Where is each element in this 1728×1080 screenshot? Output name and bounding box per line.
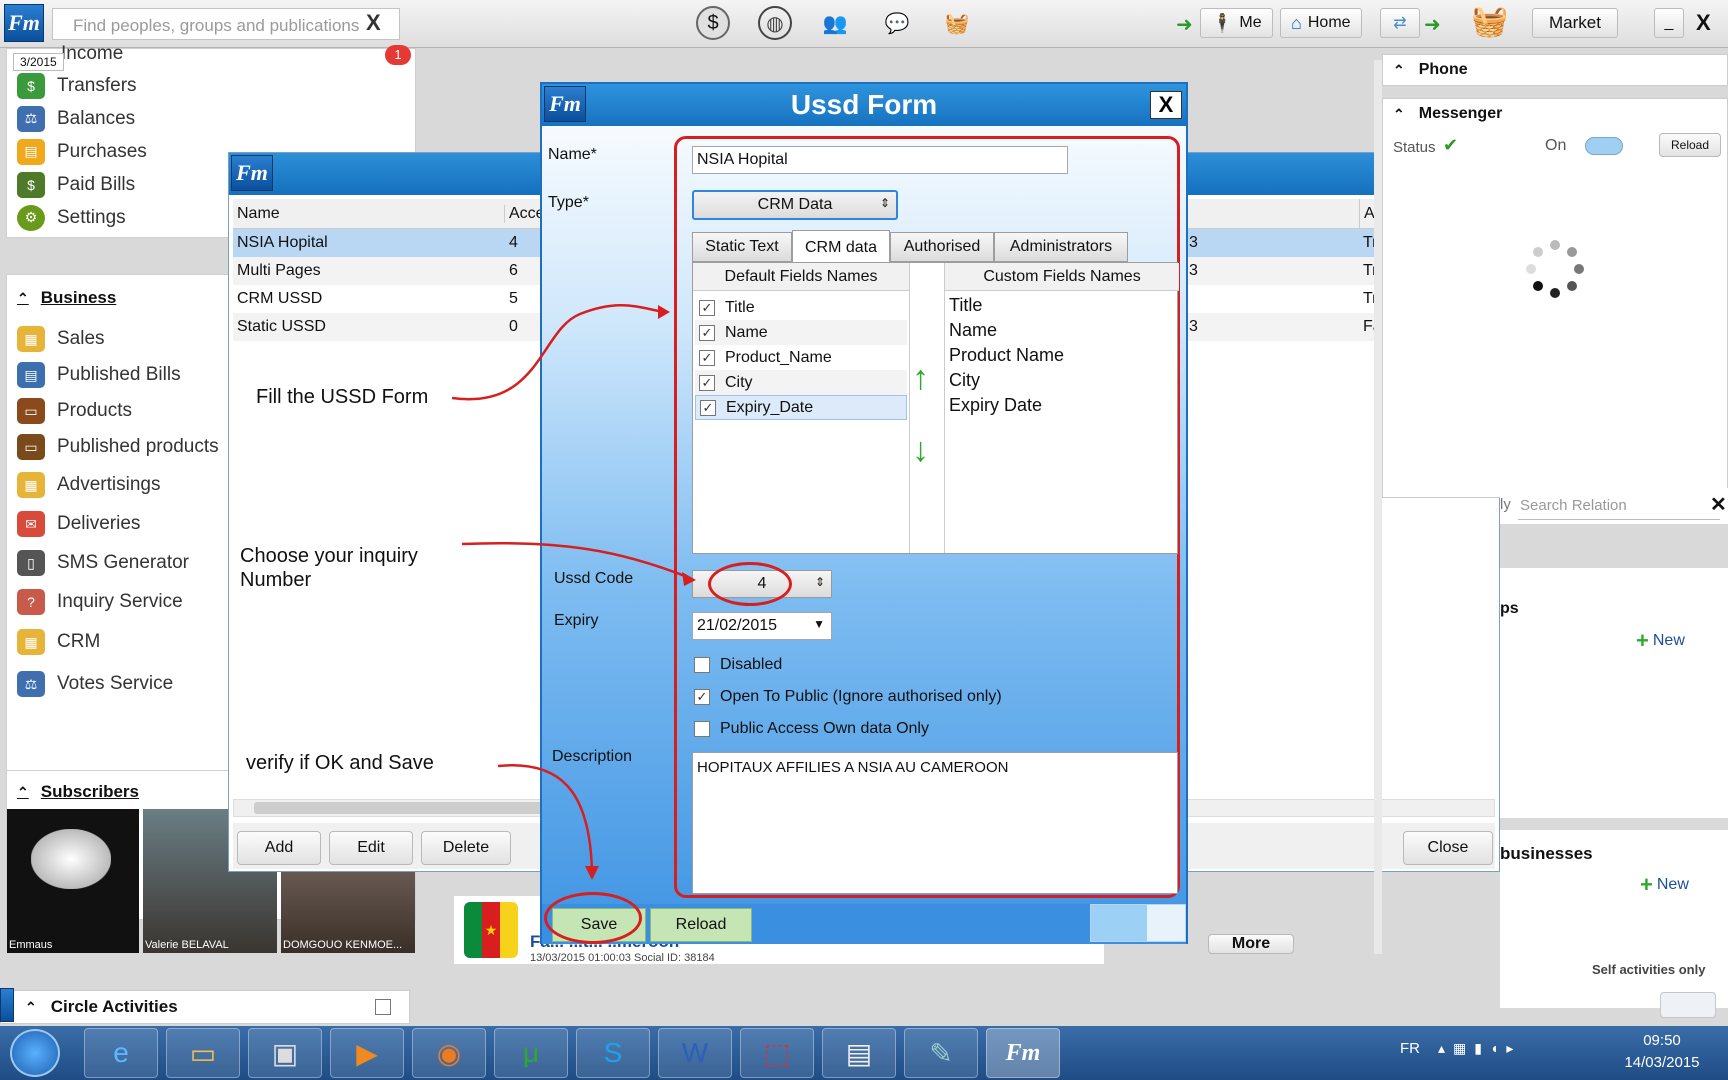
status-label: Status [1393,139,1436,153]
relation-search-wrap: ly Search Relation ✕ [1500,488,1728,524]
skype-icon[interactable]: S [576,1028,650,1078]
right-panel: ⌃ Phone ⌃ Messenger Status ✔ On Reload l… [1382,48,1728,1018]
status-toggle[interactable] [1585,137,1623,155]
messenger-title: Messenger [1418,105,1503,122]
on-label: On [1545,137,1567,154]
firefox-icon[interactable]: ◉ [412,1028,486,1078]
start-button[interactable] [10,1029,60,1077]
collapse-icon: ⌃ [1393,105,1405,122]
search-prefix: ly [1500,496,1511,513]
video-app-icon[interactable]: ▣ [248,1028,322,1078]
language-indicator[interactable]: FR [1400,1040,1420,1057]
self-activities-label: Self activities only [1592,962,1706,977]
new-label: New [1652,632,1685,649]
phone-section[interactable]: ⌃ Phone [1382,54,1728,86]
vertical-scrollbar[interactable] [1374,60,1382,954]
plus-icon: + [1636,628,1649,653]
collapse-icon: ⌃ [1393,61,1405,78]
folder-icon[interactable]: ▭ [166,1028,240,1078]
reload-button[interactable]: Reload [1659,133,1721,157]
window-icon[interactable]: ▤ [822,1028,896,1078]
plus-icon: + [1640,872,1653,897]
messenger-section: ⌃ Messenger Status ✔ On Reload [1382,98,1728,498]
new-group-link[interactable]: + New [1636,628,1685,654]
self-activities-toggle[interactable] [1660,992,1716,1018]
tray-icons[interactable]: ▴▦▮◖▸ [1438,1040,1521,1057]
new-business-link[interactable]: + New [1640,872,1689,898]
media-player-icon[interactable]: ▶ [330,1028,404,1078]
torrent-icon[interactable]: μ [494,1028,568,1078]
app-icon[interactable]: ✎ [904,1028,978,1078]
groups-section: ps + New [1500,568,1728,818]
messenger-header[interactable]: ⌃ Messenger [1393,105,1502,123]
search-relation-input[interactable]: Search Relation [1518,490,1720,520]
businesses-label: businesses [1500,844,1593,863]
ie-icon[interactable]: e [84,1028,158,1078]
phone-title: Phone [1418,61,1468,78]
word-icon[interactable]: W [658,1028,732,1078]
status-check-icon: ✔ [1443,135,1459,155]
businesses-section: businesses + New [1500,830,1728,1008]
fm-app-icon[interactable]: Fm [986,1028,1060,1078]
new-label: New [1656,876,1689,893]
loading-spinner-icon [1526,240,1584,298]
windows-taskbar: e ▭ ▣ ▶ ◉ μ S W ⬚ ▤ ✎ Fm FR ▴▦▮◖▸ 09:50 … [0,1026,1728,1080]
groups-label: ps [1500,600,1519,617]
clock-time[interactable]: 09:50 [1612,1032,1712,1049]
clock-date[interactable]: 14/03/2015 [1612,1054,1712,1071]
pdf-icon[interactable]: ⬚ [740,1028,814,1078]
date-badge: 3/2015 [13,53,64,71]
close-icon[interactable]: ✕ [1710,492,1727,517]
